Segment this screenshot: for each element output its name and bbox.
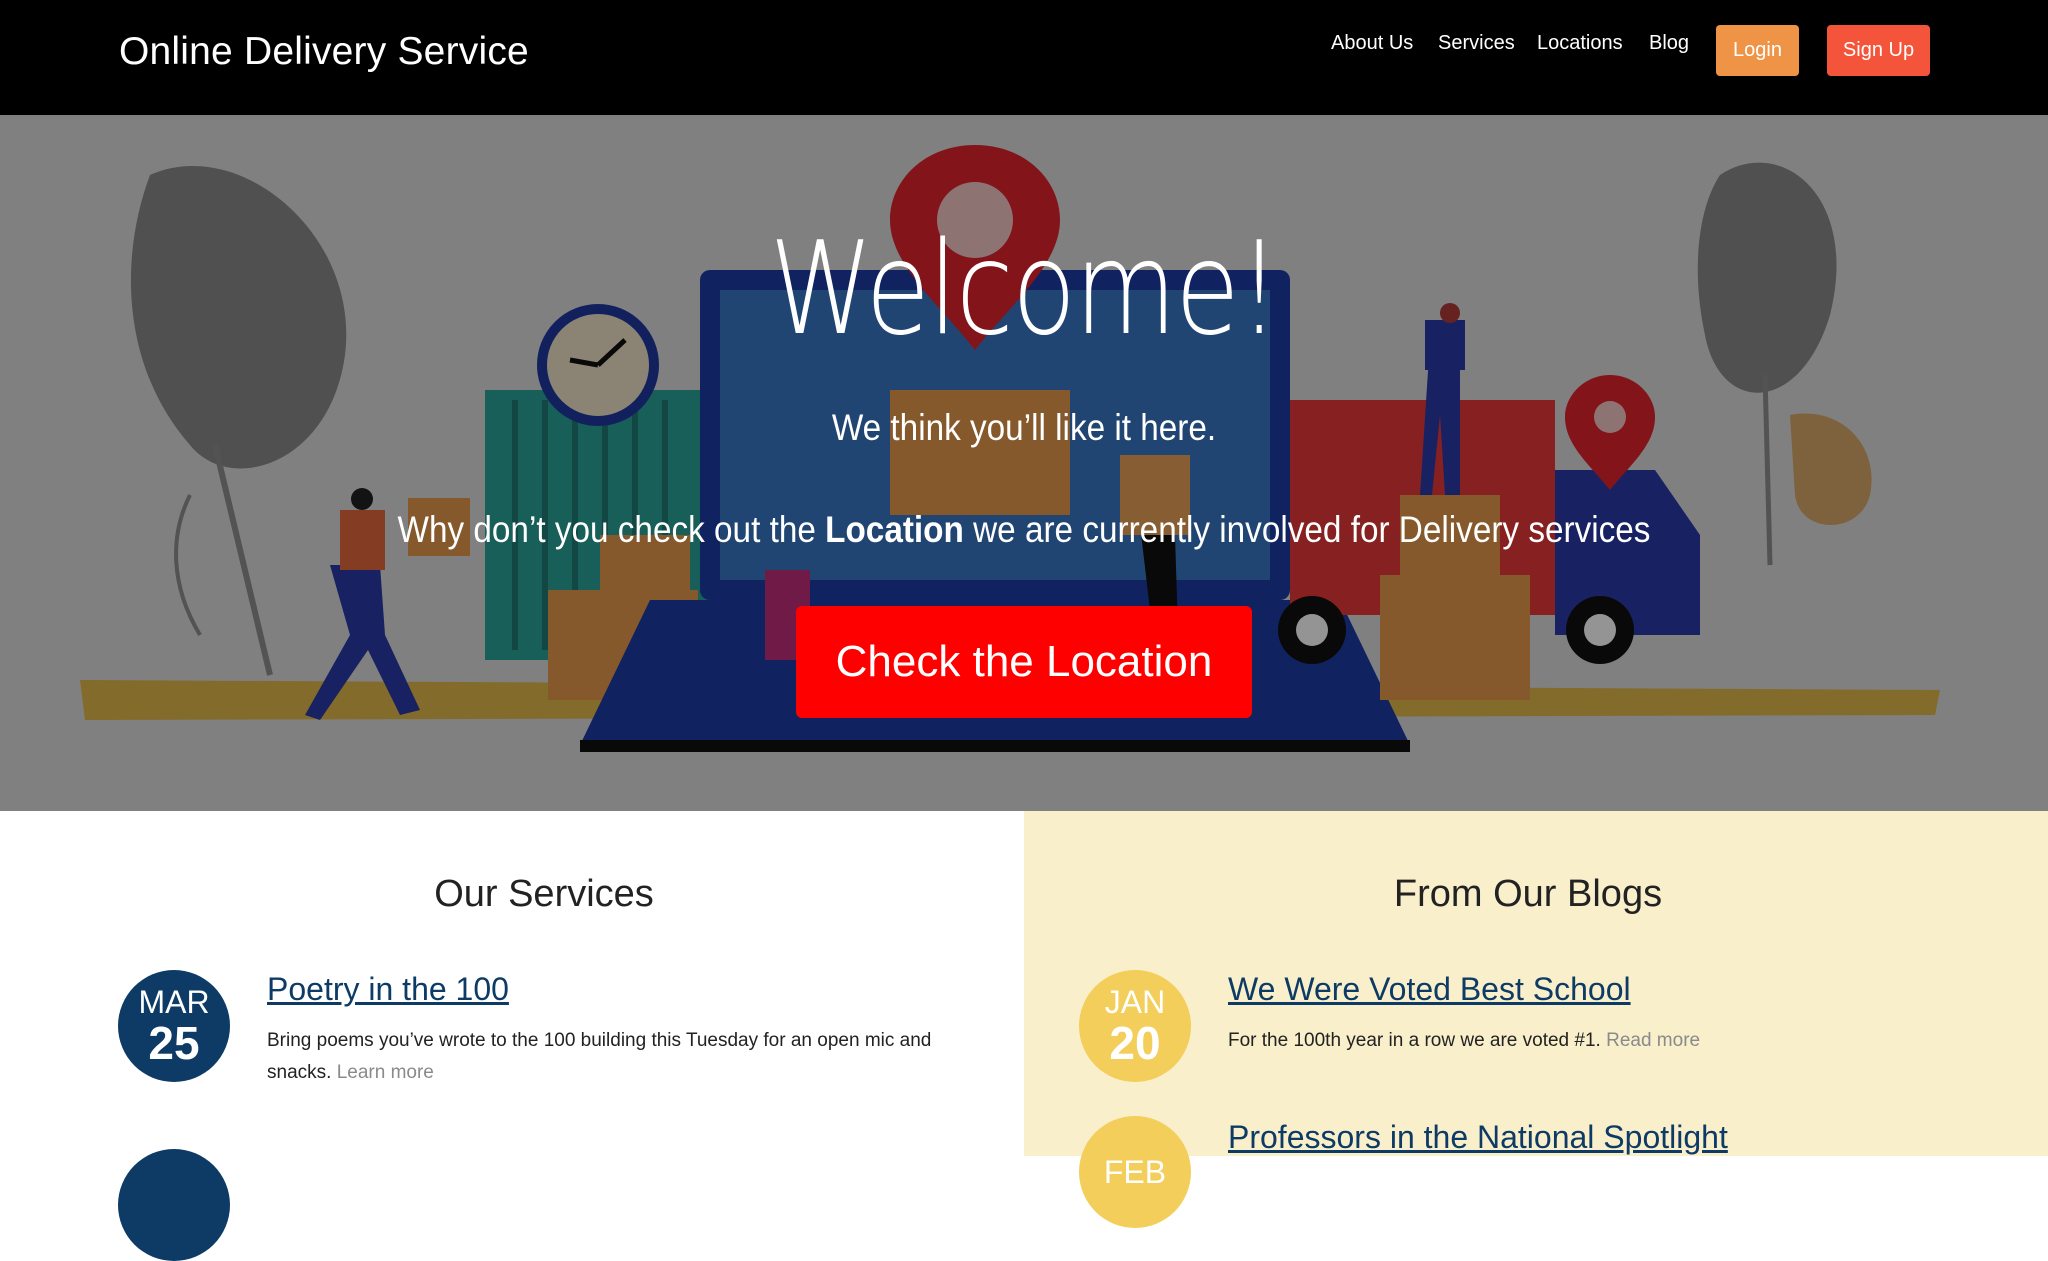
nav-blog[interactable]: Blog <box>1649 32 1689 55</box>
hero-section: Welcome! We think you’ll like it here. W… <box>0 115 2048 811</box>
blog-title-link[interactable]: We Were Voted Best School <box>1228 971 1631 1008</box>
check-location-button[interactable]: Check the Location <box>796 606 1252 718</box>
service-date-badge <box>118 1149 230 1261</box>
blog-date-month: FEB <box>1103 1154 1167 1190</box>
hero-description-start: Why don’t you check out the <box>397 509 826 550</box>
blogs-section: From Our Blogs JAN 20 We Were Voted Best… <box>1024 811 2048 1228</box>
service-date-month: MAR <box>138 984 210 1020</box>
login-button[interactable]: Login <box>1716 25 1799 76</box>
service-date-badge: MAR 25 <box>118 970 230 1082</box>
blog-read-more-link[interactable]: Read more <box>1606 1030 1700 1051</box>
hero-description-location: Location <box>825 509 964 550</box>
nav-locations[interactable]: Locations <box>1537 32 1623 55</box>
signup-button[interactable]: Sign Up <box>1827 25 1930 76</box>
top-navbar: Online Delivery Service About Us Service… <box>0 0 2048 115</box>
service-title-link[interactable]: Poetry in the 100 <box>267 971 509 1008</box>
blog-title-link[interactable]: Professors in the National Spotlight <box>1228 1119 1728 1156</box>
hero-description-end: we are currently involved for Delivery s… <box>963 509 1651 550</box>
blog-description-text: For the 100th year in a row we are voted… <box>1228 1030 1601 1051</box>
hero-description: Why don’t you check out the Location we … <box>102 509 1945 551</box>
service-description: Bring poems you’ve wrote to the 100 buil… <box>267 1025 987 1089</box>
blog-date-badge: JAN 20 <box>1079 970 1191 1082</box>
service-learn-more-link[interactable]: Learn more <box>337 1062 434 1083</box>
service-date-day: 25 <box>148 1017 200 1069</box>
blog-date-month: JAN <box>1104 984 1166 1020</box>
nav-services[interactable]: Services <box>1438 32 1515 55</box>
hero-subtitle: We think you’ll like it here. <box>831 407 1217 448</box>
services-section: Our Services MAR 25 Poetry in the 100 Br… <box>0 811 1024 1261</box>
nav-about-us[interactable]: About Us <box>1331 32 1413 55</box>
blog-date-badge: FEB <box>1079 1116 1191 1228</box>
blog-date-day: 20 <box>1109 1017 1161 1069</box>
blogs-title: From Our Blogs <box>1393 873 1663 915</box>
hero-title: Welcome! <box>769 215 1280 364</box>
blog-description: For the 100th year in a row we are voted… <box>1228 1025 2008 1057</box>
